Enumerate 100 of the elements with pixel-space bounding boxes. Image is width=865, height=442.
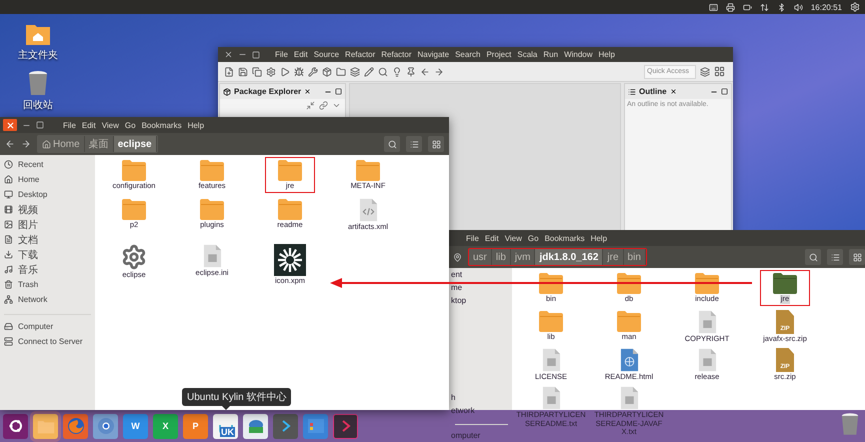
menu-item[interactable]: Help <box>598 50 615 59</box>
close-button[interactable] <box>3 119 17 131</box>
menu-item[interactable]: Run <box>543 50 558 59</box>
launcher-button[interactable]: W <box>123 414 148 438</box>
sidebar-item[interactable]: 音乐 <box>0 262 95 277</box>
menu-item[interactable]: Edit <box>484 234 499 242</box>
menu-item[interactable]: Edit <box>82 120 96 130</box>
menu-item[interactable]: File <box>466 234 479 242</box>
sidebar-item[interactable]: Trash <box>0 277 95 292</box>
save-icon[interactable] <box>238 66 248 76</box>
maximize-icon[interactable] <box>721 88 728 95</box>
lightbulb-icon[interactable] <box>392 66 402 76</box>
arrow-right-icon[interactable] <box>434 66 444 76</box>
launcher-button[interactable] <box>243 414 268 438</box>
menu-item[interactable]: Help <box>590 234 608 242</box>
menu-item[interactable]: Source <box>314 50 340 59</box>
play-icon[interactable] <box>280 66 290 76</box>
package-icon[interactable] <box>322 66 332 76</box>
collapse-icon[interactable] <box>306 101 315 110</box>
pencil-icon[interactable] <box>364 66 374 76</box>
copy-icon[interactable] <box>252 66 262 76</box>
bluetooth-icon[interactable] <box>776 2 786 12</box>
path-crumb[interactable]: jre <box>603 249 624 265</box>
sidebar-item[interactable]: Desktop <box>0 187 95 202</box>
menu-item[interactable]: Go <box>528 234 539 242</box>
gear-icon[interactable] <box>266 66 276 76</box>
sidebar-item[interactable]: me <box>451 281 462 294</box>
folder-icon[interactable] <box>336 66 346 76</box>
link-icon[interactable] <box>319 101 328 110</box>
path-crumb[interactable]: lib <box>492 249 511 265</box>
path-crumb[interactable]: usr <box>469 249 492 265</box>
menu-item[interactable]: Help <box>188 120 204 130</box>
forward-arrow-icon[interactable] <box>21 139 31 149</box>
perspective-icon[interactable] <box>714 66 725 77</box>
menu-item[interactable]: View <box>102 120 119 130</box>
menu-item[interactable]: File <box>63 120 76 130</box>
menu-item[interactable]: Go <box>124 120 136 130</box>
launcher-button[interactable] <box>93 414 118 438</box>
folder-icon <box>538 310 564 332</box>
sidebar-item[interactable]: 图片 <box>0 217 95 232</box>
settings-icon[interactable] <box>850 2 860 12</box>
close-icon[interactable] <box>304 88 312 95</box>
bug-icon[interactable] <box>294 66 304 76</box>
search-button[interactable] <box>805 249 821 265</box>
new-file-icon[interactable] <box>224 66 234 76</box>
keyboard-icon[interactable] <box>708 2 718 12</box>
battery-icon[interactable] <box>742 2 752 12</box>
launcher-button[interactable] <box>3 414 28 438</box>
network-arrows-icon[interactable] <box>760 2 769 12</box>
menu-item[interactable]: File <box>275 50 288 59</box>
menu-item[interactable]: Bookmarks <box>142 120 182 130</box>
sidebar-item[interactable]: 下载 <box>0 247 95 262</box>
menu-item[interactable]: Search <box>455 50 480 59</box>
menu-item[interactable]: Project <box>486 50 512 59</box>
pin-icon[interactable] <box>406 66 416 76</box>
sidebar-item[interactable]: 视频 <box>0 202 95 217</box>
close-icon[interactable] <box>670 88 677 95</box>
search-button[interactable] <box>384 136 400 152</box>
menu-item[interactable]: Navigate <box>418 50 450 59</box>
list-view-button[interactable] <box>827 249 843 265</box>
clock[interactable]: 16:20:51 <box>810 2 842 12</box>
menu-item[interactable]: View <box>504 234 522 242</box>
path-crumb[interactable]: bin <box>624 249 646 265</box>
caret-icon[interactable] <box>332 101 341 110</box>
grid-view-button[interactable] <box>849 249 865 265</box>
menu-item[interactable]: Scala <box>517 50 538 59</box>
wrench-icon[interactable] <box>308 66 318 76</box>
layers-icon[interactable] <box>350 66 360 76</box>
sidebar-item[interactable]: h <box>451 391 456 404</box>
menu-item[interactable]: Refactor <box>345 50 376 59</box>
menu-item[interactable]: Bookmarks <box>544 234 585 242</box>
path-crumb[interactable]: Home <box>38 136 85 152</box>
launcher-button[interactable]: UK <box>213 414 238 438</box>
location-icon[interactable] <box>453 252 462 262</box>
list-view-button[interactable] <box>406 136 422 152</box>
sidebar-item[interactable]: ktop <box>451 294 466 307</box>
layers-icon[interactable] <box>700 66 710 76</box>
grid-view-button[interactable] <box>428 136 444 152</box>
view-tab[interactable]: Outline <box>639 87 667 96</box>
printer-icon[interactable] <box>726 2 735 12</box>
path-crumb[interactable]: eclipse <box>114 136 157 152</box>
sidebar-item[interactable]: 文档 <box>0 232 95 247</box>
volume-icon[interactable] <box>794 2 803 12</box>
trash-bin-icon[interactable] <box>841 412 859 436</box>
arrow-left-icon[interactable] <box>420 66 430 76</box>
sidebar-item[interactable]: ent <box>451 268 462 281</box>
menu-item[interactable]: Edit <box>294 50 308 59</box>
sidebar-item[interactable]: Recent <box>0 157 95 172</box>
back-arrow-icon[interactable] <box>5 139 15 149</box>
search-icon[interactable] <box>378 66 388 76</box>
sidebar-item[interactable]: Home <box>0 172 95 187</box>
menu-item[interactable]: Refactor <box>381 50 412 59</box>
maximize-icon[interactable] <box>335 88 342 95</box>
folder-icon <box>772 272 798 294</box>
path-crumb[interactable]: jdk1.8.0_162 <box>535 249 604 265</box>
sidebar-item[interactable]: Computer <box>0 319 95 334</box>
sidebar-item[interactable]: Network <box>0 292 95 307</box>
close-icon[interactable] <box>224 50 233 59</box>
sidebar-item[interactable]: Connect to Server <box>0 334 95 349</box>
menu-item[interactable]: Window <box>564 50 593 59</box>
